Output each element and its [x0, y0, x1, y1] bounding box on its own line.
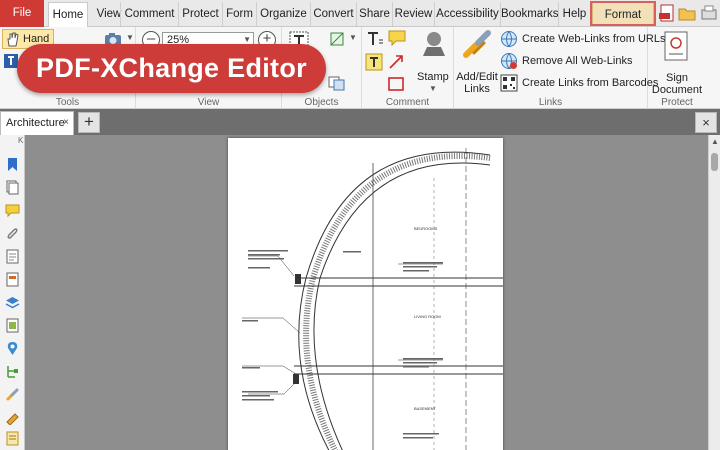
- globe-icon: [501, 31, 517, 48]
- room-label-basement: BASEMENT: [414, 406, 437, 411]
- thumbnails-icon[interactable]: [5, 180, 20, 195]
- sign-document-icon[interactable]: [662, 30, 690, 64]
- objects-group-label: Objects: [304, 97, 339, 108]
- tab-review[interactable]: Review: [392, 2, 434, 26]
- comments-panel-icon[interactable]: [5, 203, 20, 218]
- globe-remove-icon: [501, 53, 517, 70]
- protect-group: Sign Document Protect: [648, 27, 706, 109]
- fields-icon[interactable]: [5, 272, 20, 287]
- scroll-up-icon[interactable]: ▲: [710, 137, 720, 146]
- document-tab-architecture[interactable]: Architecture ×: [0, 111, 74, 135]
- attachments-icon[interactable]: [5, 226, 20, 241]
- pdf-document-icon[interactable]: [658, 4, 676, 22]
- edit-shape-object-icon[interactable]: [328, 30, 346, 48]
- architectural-drawing: BEDROOMS LIVING ROOM BASEMENT: [242, 148, 503, 450]
- create-web-links-label: Create Web-Links from URLs: [522, 33, 666, 45]
- tab-form[interactable]: Form: [222, 2, 256, 26]
- scanner-icon[interactable]: [700, 4, 718, 22]
- stamp-label[interactable]: Stamp: [417, 71, 449, 83]
- document-workspace[interactable]: BEDROOMS LIVING ROOM BASEMENT: [26, 135, 708, 450]
- links-panel-icon[interactable]: [5, 387, 20, 402]
- create-web-links-button[interactable]: Create Web-Links from URLs: [500, 30, 665, 48]
- room-label-bedrooms: BEDROOMS: [414, 226, 438, 231]
- qr-code-icon: [500, 74, 518, 92]
- close-tab-icon[interactable]: ×: [63, 112, 69, 134]
- objects-dropdown-icon[interactable]: ▼: [349, 33, 357, 42]
- tab-organize[interactable]: Organize: [256, 2, 310, 26]
- sign-document-label-2[interactable]: Document: [648, 84, 706, 96]
- left-side-panel: K: [0, 135, 25, 450]
- content-panel-icon[interactable]: [5, 431, 20, 446]
- destinations-icon[interactable]: [5, 341, 20, 356]
- scrollbar-thumb[interactable]: [711, 153, 718, 171]
- tab-file[interactable]: File: [0, 0, 44, 27]
- document-tab-label: Architecture: [6, 117, 65, 129]
- layers-icon[interactable]: [5, 295, 20, 310]
- pdf-page[interactable]: BEDROOMS LIVING ROOM BASEMENT: [228, 138, 503, 450]
- sticky-note-icon[interactable]: [387, 29, 407, 47]
- tools-group-label: Tools: [55, 97, 80, 108]
- sign-document-label-1[interactable]: Sign: [648, 72, 706, 84]
- create-barcode-links-button[interactable]: Create Links from Barcodes: [500, 74, 658, 92]
- page-properties-icon[interactable]: [5, 249, 20, 264]
- chain-link-icon[interactable]: [460, 29, 496, 63]
- remove-web-links-label: Remove All Web-Links: [522, 55, 633, 67]
- stamp-icon[interactable]: [419, 29, 449, 59]
- new-tab-button[interactable]: +: [78, 112, 100, 133]
- stamp-dropdown-icon[interactable]: ▼: [429, 84, 437, 93]
- tab-help[interactable]: Help: [558, 2, 590, 26]
- tags-icon[interactable]: [5, 318, 20, 333]
- add-edit-links-label-2[interactable]: Links: [456, 83, 498, 95]
- tab-accessibility[interactable]: Accessibility: [434, 2, 500, 26]
- links-group: Add/Edit Links Create Web-Links from URL…: [454, 27, 665, 109]
- arrange-objects-icon[interactable]: [328, 75, 346, 91]
- links-group-label: Links: [538, 97, 563, 108]
- document-tab-bar: Architecture × + ×: [0, 109, 720, 135]
- tab-home[interactable]: Home: [48, 2, 88, 27]
- tab-protect[interactable]: Protect: [178, 2, 222, 26]
- product-name-banner: PDF-XChange Editor: [17, 44, 326, 93]
- arrow-annotation-icon[interactable]: [387, 53, 405, 71]
- view-group-label: View: [197, 97, 220, 108]
- format-tab-highlight: [590, 1, 656, 26]
- snapshot-dropdown-icon[interactable]: ▼: [126, 33, 134, 42]
- room-label-living-room: LIVING ROOM: [414, 314, 441, 319]
- tab-comment[interactable]: Comment: [120, 2, 178, 26]
- bookmarks-icon[interactable]: [5, 157, 20, 172]
- signatures-icon[interactable]: [5, 410, 20, 425]
- comment-group-label: Comment: [385, 97, 430, 108]
- vertical-scrollbar[interactable]: ▲: [708, 135, 720, 450]
- text-box-icon[interactable]: [365, 53, 383, 71]
- tab-share[interactable]: Share: [356, 2, 392, 26]
- collapse-panel-icon[interactable]: K: [18, 136, 23, 145]
- add-edit-links-label-1[interactable]: Add/Edit: [456, 71, 498, 83]
- typewriter-icon[interactable]: [365, 30, 385, 48]
- menu-tab-bar: File Home View Comment Protect Form Orga…: [0, 0, 720, 27]
- structure-tree-icon[interactable]: [5, 364, 20, 379]
- close-document-button[interactable]: ×: [695, 112, 717, 133]
- hand-icon: [7, 32, 19, 47]
- protect-group-label: Protect: [661, 97, 693, 108]
- tab-convert[interactable]: Convert: [310, 2, 356, 26]
- rectangle-annotation-icon[interactable]: [387, 75, 405, 93]
- create-barcode-links-label: Create Links from Barcodes: [522, 77, 659, 89]
- open-folder-icon[interactable]: [678, 4, 696, 22]
- comment-group: Stamp ▼ Comment: [362, 27, 454, 109]
- remove-web-links-button[interactable]: Remove All Web-Links: [500, 52, 632, 70]
- tab-bookmarks[interactable]: Bookmarks: [500, 2, 559, 26]
